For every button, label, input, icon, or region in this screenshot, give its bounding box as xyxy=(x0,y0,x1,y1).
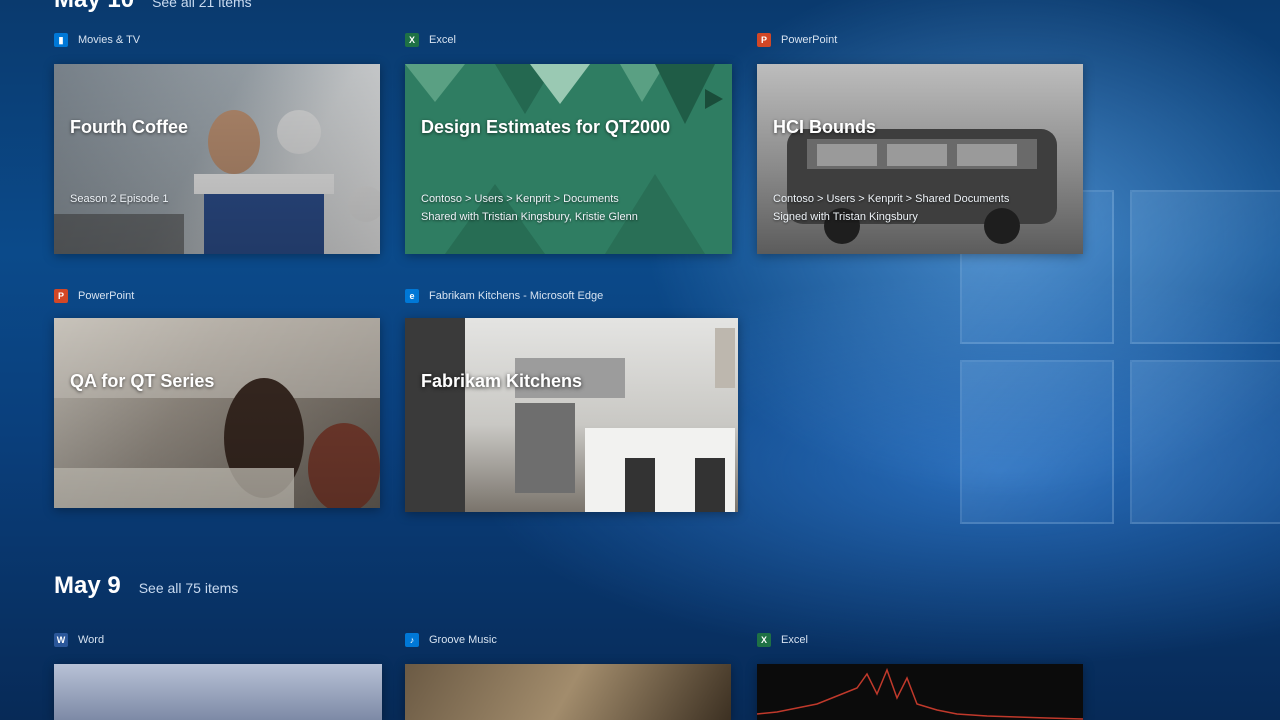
card-subtitle-shared: Signed with Tristan Kingsbury xyxy=(773,211,918,223)
card-subtitle-shared: Shared with Tristian Kingsbury, Kristie … xyxy=(421,211,638,223)
card-title: QA for QT Series xyxy=(70,371,215,391)
card-app-label: e Fabrikam Kitchens - Microsoft Edge xyxy=(405,288,603,304)
card-app-label: ♪ Groove Music xyxy=(405,632,497,648)
activity-card-groove-music[interactable] xyxy=(405,664,731,720)
card-app-label: P PowerPoint xyxy=(757,32,837,48)
section-header-may10: May 10 See all 21 items xyxy=(54,0,252,14)
excel-icon: X xyxy=(405,33,419,47)
card-app-label: W Word xyxy=(54,632,104,648)
see-all-link[interactable]: See all 75 items xyxy=(139,580,239,596)
music-icon: ♪ xyxy=(405,633,419,647)
card-title: Design Estimates for QT2000 xyxy=(421,117,671,137)
excel-icon: X xyxy=(757,633,771,647)
app-name: Word xyxy=(78,634,105,646)
powerpoint-icon: P xyxy=(757,33,771,47)
card-subtitle-path: Contoso > Users > Kenprit > Documents xyxy=(421,193,619,205)
card-subtitle-path: Contoso > Users > Kenprit > Shared Docum… xyxy=(773,193,1010,205)
powerpoint-icon: P xyxy=(54,289,68,303)
app-name: Excel xyxy=(429,34,456,46)
app-name: Fabrikam Kitchens - Microsoft Edge xyxy=(429,290,604,302)
card-photo-kitchen xyxy=(405,318,735,512)
app-name: PowerPoint xyxy=(781,34,838,46)
edge-icon: e xyxy=(405,289,419,303)
activity-card-qa-qt-series[interactable]: QA for QT Series xyxy=(54,318,380,508)
app-name: Groove Music xyxy=(429,634,497,646)
activity-card-fourth-coffee[interactable]: Fourth Coffee Season 2 Episode 1 xyxy=(54,64,380,254)
card-app-label: X Excel xyxy=(757,632,808,648)
app-name: PowerPoint xyxy=(78,290,135,302)
card-app-label: X Excel xyxy=(405,32,456,48)
word-icon: W xyxy=(54,633,68,647)
card-title: Fabrikam Kitchens xyxy=(421,371,583,391)
section-date: May 9 xyxy=(54,572,121,599)
see-all-link[interactable]: See all 21 items xyxy=(152,0,252,10)
card-app-label: ▮ Movies & TV xyxy=(54,32,140,48)
activity-card-design-estimates[interactable]: Design Estimates for QT2000 Contoso > Us… xyxy=(405,64,732,254)
card-app-label: P PowerPoint xyxy=(54,288,134,304)
card-subtitle: Season 2 Episode 1 xyxy=(70,193,169,205)
section-date: May 10 xyxy=(54,0,134,14)
section-header-may9: May 9 See all 75 items xyxy=(54,572,238,600)
app-name: Movies & TV xyxy=(78,34,141,46)
activity-card-word[interactable] xyxy=(54,664,382,720)
card-waveform xyxy=(757,667,1083,720)
activity-card-hci-bounds[interactable]: HCI Bounds Contoso > Users > Kenprit > S… xyxy=(757,64,1083,254)
card-title: Fourth Coffee xyxy=(70,117,188,137)
app-name: Excel xyxy=(781,634,808,646)
activity-card-fabrikam-kitchens[interactable]: Fabrikam Kitchens xyxy=(405,318,738,512)
film-icon: ▮ xyxy=(54,33,68,47)
activity-card-excel-chart[interactable] xyxy=(757,664,1083,720)
card-title: HCI Bounds xyxy=(773,117,876,137)
